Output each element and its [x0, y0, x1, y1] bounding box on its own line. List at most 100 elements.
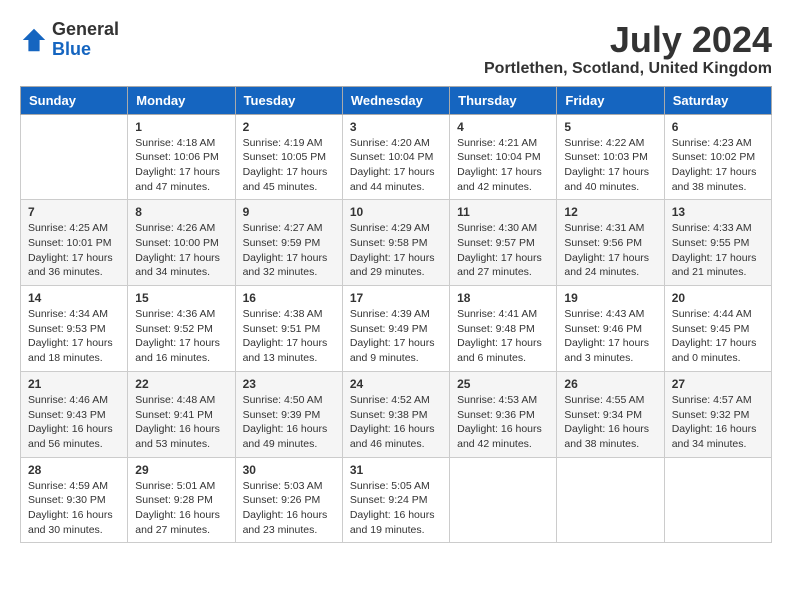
day-cell: 28 Sunrise: 4:59 AM Sunset: 9:30 PM Dayli…: [21, 457, 128, 543]
day-content: Sunrise: 4:41 AM Sunset: 9:48 PM Dayligh…: [457, 307, 549, 366]
day-cell: 4 Sunrise: 4:21 AM Sunset: 10:04 PM Dayli…: [450, 114, 557, 200]
day-number: 8: [135, 205, 227, 219]
day-cell: 6 Sunrise: 4:23 AM Sunset: 10:02 PM Dayli…: [664, 114, 771, 200]
day-number: 26: [564, 377, 656, 391]
day-number: 31: [350, 463, 442, 477]
day-cell: 1 Sunrise: 4:18 AM Sunset: 10:06 PM Dayli…: [128, 114, 235, 200]
calendar-table: SundayMondayTuesdayWednesdayThursdayFrid…: [20, 86, 772, 544]
day-cell: 22Sunrise: 4:48 AM Sunset: 9:41 PM Dayli…: [128, 371, 235, 457]
day-number: 5: [564, 120, 656, 134]
day-content: Sunrise: 4:39 AM Sunset: 9:49 PM Dayligh…: [350, 307, 442, 366]
day-content: Sunrise: 4:50 AM Sunset: 9:39 PM Dayligh…: [243, 393, 335, 452]
day-cell: 15Sunrise: 4:36 AM Sunset: 9:52 PM Dayli…: [128, 286, 235, 372]
day-number: 22: [135, 377, 227, 391]
day-content: Sunrise: 4:36 AM Sunset: 9:52 PM Dayligh…: [135, 307, 227, 366]
day-content: Sunrise: 4:34 AM Sunset: 9:53 PM Dayligh…: [28, 307, 120, 366]
page-header: General Blue July 2024 Portlethen, Scotl…: [20, 20, 772, 78]
header-wednesday: Wednesday: [342, 86, 449, 114]
day-content: Sunrise: 4:30 AM Sunset: 9:57 PM Dayligh…: [457, 221, 549, 280]
day-number: 30: [243, 463, 335, 477]
day-cell: 17 Sunrise: 4:39 AM Sunset: 9:49 PM Dayli…: [342, 286, 449, 372]
day-number: 25: [457, 377, 549, 391]
day-number: 2: [243, 120, 335, 134]
header-tuesday: Tuesday: [235, 86, 342, 114]
day-number: 12: [564, 205, 656, 219]
day-cell: 2 Sunrise: 4:19 AM Sunset: 10:05 PM Dayli…: [235, 114, 342, 200]
day-number: 28: [28, 463, 120, 477]
day-number: 27: [672, 377, 764, 391]
day-number: 10: [350, 205, 442, 219]
week-row-1: 1 Sunrise: 4:18 AM Sunset: 10:06 PM Dayli…: [21, 114, 772, 200]
day-number: 24: [350, 377, 442, 391]
day-cell: 3Sunrise: 4:20 AM Sunset: 10:04 PM Dayli…: [342, 114, 449, 200]
header-sunday: Sunday: [21, 86, 128, 114]
day-number: 4: [457, 120, 549, 134]
day-cell: 16 Sunrise: 4:38 AM Sunset: 9:51 PM Dayli…: [235, 286, 342, 372]
day-cell: [21, 114, 128, 200]
day-content: Sunrise: 4:33 AM Sunset: 9:55 PM Dayligh…: [672, 221, 764, 280]
day-number: 11: [457, 205, 549, 219]
day-number: 14: [28, 291, 120, 305]
day-cell: 12Sunrise: 4:31 AM Sunset: 9:56 PM Dayli…: [557, 200, 664, 286]
day-cell: [450, 457, 557, 543]
day-number: 20: [672, 291, 764, 305]
day-cell: 5Sunrise: 4:22 AM Sunset: 10:03 PM Dayli…: [557, 114, 664, 200]
header-friday: Friday: [557, 86, 664, 114]
logo-text: General Blue: [52, 20, 119, 60]
day-content: Sunrise: 4:53 AM Sunset: 9:36 PM Dayligh…: [457, 393, 549, 452]
day-content: Sunrise: 4:52 AM Sunset: 9:38 PM Dayligh…: [350, 393, 442, 452]
day-content: Sunrise: 4:57 AM Sunset: 9:32 PM Dayligh…: [672, 393, 764, 452]
day-content: Sunrise: 4:23 AM Sunset: 10:02 PM Daylig…: [672, 136, 764, 195]
day-cell: 31 Sunrise: 5:05 AM Sunset: 9:24 PM Dayli…: [342, 457, 449, 543]
day-content: Sunrise: 4:18 AM Sunset: 10:06 PM Daylig…: [135, 136, 227, 195]
day-number: 19: [564, 291, 656, 305]
logo: General Blue: [20, 20, 119, 60]
header-monday: Monday: [128, 86, 235, 114]
day-cell: 10Sunrise: 4:29 AM Sunset: 9:58 PM Dayli…: [342, 200, 449, 286]
day-cell: 11 Sunrise: 4:30 AM Sunset: 9:57 PM Dayli…: [450, 200, 557, 286]
day-content: Sunrise: 4:43 AM Sunset: 9:46 PM Dayligh…: [564, 307, 656, 366]
day-content: Sunrise: 4:19 AM Sunset: 10:05 PM Daylig…: [243, 136, 335, 195]
day-content: Sunrise: 4:46 AM Sunset: 9:43 PM Dayligh…: [28, 393, 120, 452]
day-content: Sunrise: 4:38 AM Sunset: 9:51 PM Dayligh…: [243, 307, 335, 366]
month-title: July 2024: [484, 20, 772, 60]
day-number: 18: [457, 291, 549, 305]
day-number: 16: [243, 291, 335, 305]
day-content: Sunrise: 5:03 AM Sunset: 9:26 PM Dayligh…: [243, 479, 335, 538]
day-cell: 7Sunrise: 4:25 AM Sunset: 10:01 PM Dayli…: [21, 200, 128, 286]
week-row-5: 28 Sunrise: 4:59 AM Sunset: 9:30 PM Dayli…: [21, 457, 772, 543]
day-content: Sunrise: 4:21 AM Sunset: 10:04 PM Daylig…: [457, 136, 549, 195]
logo-blue: Blue: [52, 39, 91, 59]
day-cell: 14 Sunrise: 4:34 AM Sunset: 9:53 PM Dayli…: [21, 286, 128, 372]
title-block: July 2024 Portlethen, Scotland, United K…: [484, 20, 772, 78]
day-number: 6: [672, 120, 764, 134]
day-cell: 8 Sunrise: 4:26 AM Sunset: 10:00 PM Dayli…: [128, 200, 235, 286]
day-content: Sunrise: 4:25 AM Sunset: 10:01 PM Daylig…: [28, 221, 120, 280]
day-cell: [557, 457, 664, 543]
logo-icon: [20, 26, 48, 54]
location: Portlethen, Scotland, United Kingdom: [484, 60, 772, 78]
day-cell: 30 Sunrise: 5:03 AM Sunset: 9:26 PM Dayli…: [235, 457, 342, 543]
week-row-3: 14 Sunrise: 4:34 AM Sunset: 9:53 PM Dayli…: [21, 286, 772, 372]
day-cell: 13Sunrise: 4:33 AM Sunset: 9:55 PM Dayli…: [664, 200, 771, 286]
day-content: Sunrise: 4:59 AM Sunset: 9:30 PM Dayligh…: [28, 479, 120, 538]
week-row-2: 7Sunrise: 4:25 AM Sunset: 10:01 PM Dayli…: [21, 200, 772, 286]
day-number: 29: [135, 463, 227, 477]
day-cell: 25 Sunrise: 4:53 AM Sunset: 9:36 PM Dayli…: [450, 371, 557, 457]
day-cell: 26Sunrise: 4:55 AM Sunset: 9:34 PM Dayli…: [557, 371, 664, 457]
header-row: SundayMondayTuesdayWednesdayThursdayFrid…: [21, 86, 772, 114]
day-content: Sunrise: 4:26 AM Sunset: 10:00 PM Daylig…: [135, 221, 227, 280]
day-content: Sunrise: 5:01 AM Sunset: 9:28 PM Dayligh…: [135, 479, 227, 538]
day-cell: 27 Sunrise: 4:57 AM Sunset: 9:32 PM Dayli…: [664, 371, 771, 457]
day-content: Sunrise: 4:20 AM Sunset: 10:04 PM Daylig…: [350, 136, 442, 195]
day-number: 23: [243, 377, 335, 391]
day-content: Sunrise: 4:27 AM Sunset: 9:59 PM Dayligh…: [243, 221, 335, 280]
day-content: Sunrise: 4:44 AM Sunset: 9:45 PM Dayligh…: [672, 307, 764, 366]
day-number: 1: [135, 120, 227, 134]
day-cell: 29 Sunrise: 5:01 AM Sunset: 9:28 PM Dayli…: [128, 457, 235, 543]
day-cell: 24 Sunrise: 4:52 AM Sunset: 9:38 PM Dayli…: [342, 371, 449, 457]
day-content: Sunrise: 5:05 AM Sunset: 9:24 PM Dayligh…: [350, 479, 442, 538]
day-number: 17: [350, 291, 442, 305]
day-cell: 18 Sunrise: 4:41 AM Sunset: 9:48 PM Dayli…: [450, 286, 557, 372]
header-saturday: Saturday: [664, 86, 771, 114]
